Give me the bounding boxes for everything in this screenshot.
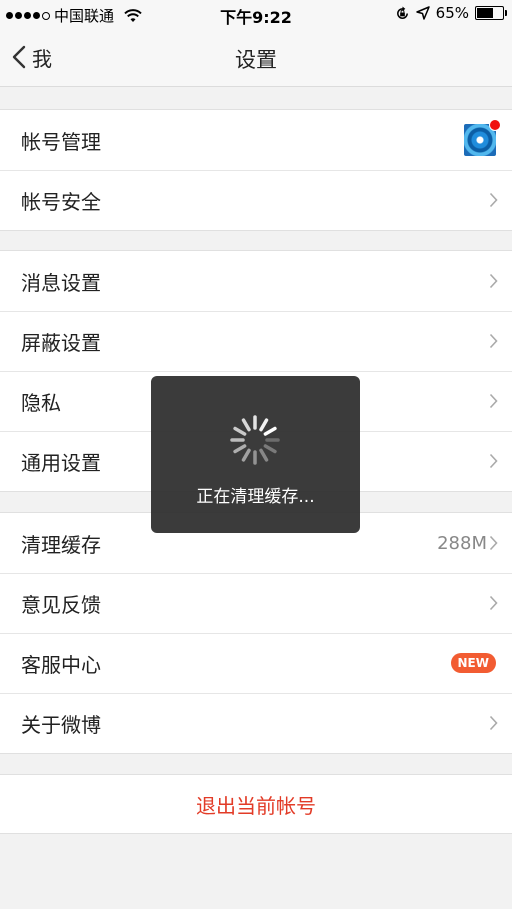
setting-label: 帐号管理 (21, 129, 101, 154)
spinner-spoke (241, 448, 251, 462)
chevron-right-icon (489, 453, 498, 469)
setting-label: 通用设置 (21, 450, 101, 475)
settings-group-account: 帐号管理 帐号安全 (0, 109, 512, 231)
toast-message: 正在清理缓存... (196, 487, 315, 507)
setting-label: 意见反馈 (21, 592, 101, 617)
logout-label: 退出当前帐号 (196, 793, 316, 818)
chevron-right-icon (489, 333, 498, 349)
status-bar: 中国联通 下午9:22 65% (0, 0, 512, 28)
setting-label: 隐私 (21, 390, 61, 415)
spinner-spoke (233, 444, 247, 454)
nav-bar: 我 设置 (0, 28, 512, 87)
spinner-spoke (241, 418, 251, 432)
chevron-right-icon (489, 715, 498, 731)
settings-group-misc: 清理缓存 288M 意见反馈 客服中心 NEW 关于微博 (0, 512, 512, 754)
setting-label: 清理缓存 (21, 532, 101, 557)
location-icon (415, 6, 430, 20)
setting-label: 消息设置 (21, 270, 101, 295)
setting-label: 帐号安全 (21, 189, 101, 214)
spinner-spoke (259, 448, 269, 462)
setting-row-account-security[interactable]: 帐号安全 (0, 170, 512, 230)
account-avatar (464, 119, 501, 156)
spinner-spoke (263, 444, 277, 454)
spinner-spoke (263, 426, 277, 436)
cache-size: 288M (437, 532, 487, 554)
chevron-right-icon (489, 595, 498, 611)
logout-button[interactable]: 退出当前帐号 (0, 774, 512, 834)
page-title: 设置 (235, 48, 277, 72)
battery-icon (475, 6, 507, 20)
chevron-right-icon (489, 273, 498, 289)
setting-label: 屏蔽设置 (21, 330, 101, 355)
setting-label: 关于微博 (21, 712, 101, 737)
battery-level (477, 8, 493, 18)
spinner-spoke (259, 418, 269, 432)
spinner-spoke (233, 426, 247, 436)
loading-toast: 正在清理缓存... (151, 376, 360, 533)
setting-row-feedback[interactable]: 意见反馈 (0, 573, 512, 633)
setting-row-customer-service[interactable]: 客服中心 NEW (0, 633, 512, 693)
chevron-right-icon (489, 393, 498, 409)
setting-row-block[interactable]: 屏蔽设置 (0, 311, 512, 371)
new-badge: NEW (450, 653, 496, 673)
setting-label: 客服中心 (21, 652, 101, 677)
chevron-right-icon (489, 192, 498, 208)
loading-spinner-icon (230, 415, 280, 465)
setting-row-account-management[interactable]: 帐号管理 (0, 110, 512, 170)
status-right: 65% (395, 4, 507, 22)
setting-row-message[interactable]: 消息设置 (0, 251, 512, 311)
chevron-right-icon (489, 535, 498, 551)
setting-row-about[interactable]: 关于微博 (0, 693, 512, 753)
notification-dot-icon (489, 119, 501, 131)
orientation-lock-icon (396, 5, 408, 19)
battery-percent: 65% (435, 4, 469, 22)
